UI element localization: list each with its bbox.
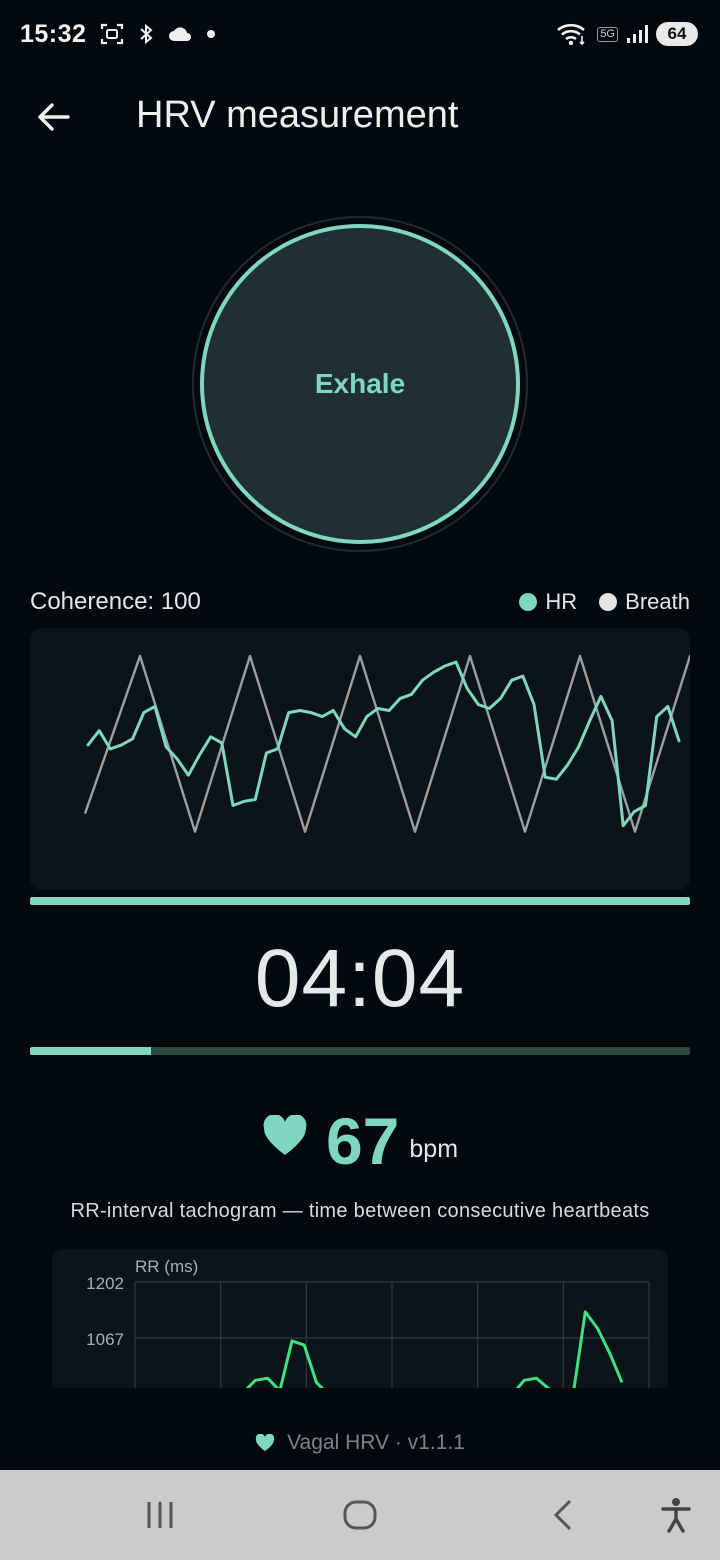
app-bar: HRV measurement	[0, 82, 720, 152]
recent-apps-icon	[147, 1502, 173, 1528]
heart-rate-unit: bpm	[409, 1135, 459, 1163]
heart-small-icon	[255, 1434, 275, 1452]
rr-tick-label: 1202	[86, 1274, 124, 1293]
home-button[interactable]	[340, 1495, 380, 1535]
screenshot-icon	[100, 23, 124, 45]
heart-rate-display: 67 bpm	[0, 1096, 720, 1176]
session-progress-fill	[30, 1047, 151, 1055]
legend-label-breath: Breath	[625, 589, 690, 614]
wifi-icon	[555, 21, 589, 47]
coherence-header: Coherence: 100 HR Breath	[30, 586, 690, 618]
page-title: HRV measurement	[136, 94, 459, 136]
signal-icon	[626, 24, 648, 44]
heart-rate-value: 67	[325, 1104, 400, 1178]
legend-item-breath: Breath	[599, 589, 690, 615]
back-button[interactable]	[30, 96, 76, 138]
system-nav-bar	[0, 1470, 720, 1560]
coherence-bar	[30, 897, 690, 905]
coherence-chart-svg	[83, 654, 690, 833]
breath-series-line	[83, 654, 690, 833]
app-footer: Vagal HRV · v1.1.1	[0, 1428, 720, 1458]
recent-apps-button[interactable]	[140, 1495, 180, 1535]
legend-label-hr: HR	[545, 589, 578, 614]
session-timer: 04:04	[254, 933, 466, 1024]
rr-chart-svg: RR (ms) 1202 1067	[86, 1257, 650, 1388]
chart-legend: HR Breath	[519, 589, 690, 615]
cloud-icon	[168, 25, 192, 43]
rr-caption: RR-interval tachogram — time between con…	[70, 1200, 650, 1222]
app-version: Vagal HRV · v1.1.1	[287, 1431, 465, 1454]
rr-tick-label: 1067	[86, 1330, 124, 1349]
legend-item-hr: HR	[519, 589, 577, 615]
accessibility-icon	[661, 1498, 691, 1533]
breath-phase-label: Exhale	[314, 368, 406, 399]
network-type: 5G	[597, 26, 618, 42]
legend-swatch-hr	[519, 593, 538, 611]
accessibility-button[interactable]	[656, 1495, 696, 1535]
dot-icon	[206, 29, 216, 39]
chevron-left-icon	[553, 1499, 572, 1531]
system-back-button[interactable]	[544, 1495, 584, 1535]
rr-series-line	[245, 1310, 624, 1388]
legend-swatch-breath	[599, 593, 618, 611]
arrow-left-icon	[38, 103, 70, 131]
battery-level: 64	[656, 22, 698, 46]
rr-tachogram-chart: RR (ms) 1202 1067	[52, 1249, 668, 1388]
coherence-score: Coherence: 100	[30, 588, 201, 615]
home-icon	[343, 1500, 377, 1530]
rr-ylabel: RR (ms)	[135, 1257, 198, 1276]
session-progress-bar	[30, 1047, 690, 1055]
heart-icon	[262, 1114, 308, 1162]
bluetooth-icon	[138, 23, 154, 45]
breath-pacer: Exhale	[190, 214, 530, 554]
status-time: 15:32	[20, 19, 87, 48]
status-bar: 15:32 5G 64	[0, 0, 720, 68]
coherence-chart	[30, 628, 690, 890]
